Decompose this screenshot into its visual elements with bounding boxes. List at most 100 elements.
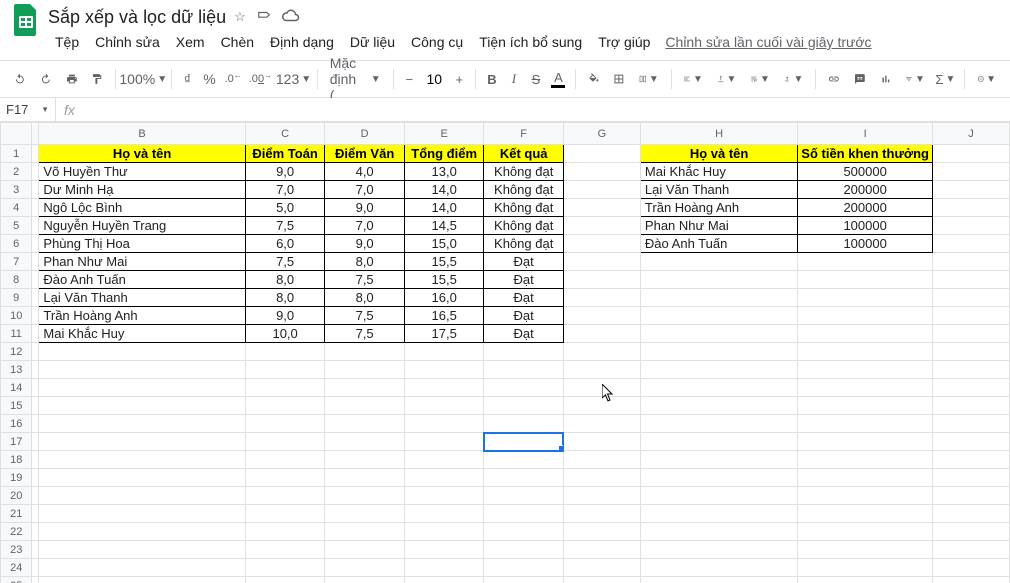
menu-view[interactable]: Xem bbox=[169, 30, 212, 54]
cell[interactable]: Lại Văn Thanh bbox=[640, 181, 797, 199]
font-size-increase[interactable]: + bbox=[449, 67, 469, 91]
row-header[interactable]: 3 bbox=[1, 181, 32, 199]
menu-format[interactable]: Định dạng bbox=[263, 30, 341, 54]
cell[interactable] bbox=[933, 433, 1010, 451]
cell[interactable] bbox=[484, 397, 563, 415]
row-header[interactable]: 12 bbox=[1, 343, 32, 361]
cell[interactable] bbox=[404, 469, 484, 487]
col-header[interactable]: H bbox=[640, 123, 797, 145]
cell[interactable] bbox=[32, 379, 39, 397]
cell[interactable] bbox=[563, 145, 640, 163]
borders-button[interactable] bbox=[607, 67, 631, 91]
cell[interactable]: 7,5 bbox=[325, 271, 404, 289]
cell[interactable] bbox=[404, 397, 484, 415]
cell[interactable]: Không đạt bbox=[484, 181, 563, 199]
cell[interactable] bbox=[404, 343, 484, 361]
remove-icon[interactable]: ▼ bbox=[971, 67, 1003, 91]
cell[interactable] bbox=[39, 451, 245, 469]
cell[interactable] bbox=[484, 433, 563, 451]
cell[interactable]: 16,0 bbox=[404, 289, 484, 307]
cell[interactable] bbox=[245, 559, 325, 577]
name-box[interactable]: F17▼ bbox=[0, 98, 56, 121]
cell[interactable] bbox=[32, 289, 39, 307]
cell[interactable] bbox=[563, 253, 640, 271]
cell[interactable] bbox=[404, 487, 484, 505]
cell[interactable]: 9,0 bbox=[325, 199, 404, 217]
cell[interactable] bbox=[484, 505, 563, 523]
cell[interactable] bbox=[640, 307, 797, 325]
cell[interactable] bbox=[563, 181, 640, 199]
cell[interactable] bbox=[933, 199, 1010, 217]
cell[interactable] bbox=[484, 379, 563, 397]
cell[interactable]: Đào Anh Tuấn bbox=[39, 271, 245, 289]
cell[interactable] bbox=[798, 397, 933, 415]
cell[interactable] bbox=[933, 541, 1010, 559]
cell[interactable] bbox=[640, 271, 797, 289]
cell[interactable] bbox=[933, 217, 1010, 235]
cell[interactable]: 7,5 bbox=[245, 217, 325, 235]
cell[interactable] bbox=[404, 541, 484, 559]
cell[interactable]: Võ Huyền Thư bbox=[39, 163, 245, 181]
cell[interactable] bbox=[484, 451, 563, 469]
col-header[interactable]: I bbox=[798, 123, 933, 145]
zoom-dropdown[interactable]: 100%▼ bbox=[122, 67, 165, 91]
cell[interactable] bbox=[404, 577, 484, 583]
cell[interactable]: Phùng Thị Hoa bbox=[39, 235, 245, 253]
cell[interactable] bbox=[798, 415, 933, 433]
cell[interactable] bbox=[563, 163, 640, 181]
cell[interactable]: 6,0 bbox=[245, 235, 325, 253]
cell[interactable] bbox=[640, 289, 797, 307]
cell[interactable] bbox=[245, 523, 325, 541]
cell[interactable] bbox=[325, 559, 404, 577]
link-button[interactable] bbox=[822, 67, 846, 91]
menu-insert[interactable]: Chèn bbox=[214, 30, 261, 54]
rotate-button[interactable]: ▼ bbox=[778, 67, 810, 91]
cell[interactable]: 15,5 bbox=[404, 253, 484, 271]
cell[interactable] bbox=[404, 523, 484, 541]
cell[interactable] bbox=[563, 577, 640, 583]
cell[interactable] bbox=[39, 469, 245, 487]
cell[interactable] bbox=[798, 325, 933, 343]
cell[interactable] bbox=[640, 487, 797, 505]
cell[interactable] bbox=[39, 523, 245, 541]
cell[interactable]: 200000 bbox=[798, 181, 933, 199]
cell[interactable] bbox=[32, 253, 39, 271]
cell[interactable] bbox=[484, 361, 563, 379]
cell[interactable]: 16,5 bbox=[404, 307, 484, 325]
cell[interactable]: Tổng điểm bbox=[404, 145, 484, 163]
cell[interactable] bbox=[798, 379, 933, 397]
row-header[interactable]: 23 bbox=[1, 541, 32, 559]
cell[interactable]: 100000 bbox=[798, 217, 933, 235]
cell[interactable] bbox=[640, 469, 797, 487]
cell[interactable]: Kết quả bbox=[484, 145, 563, 163]
cell[interactable]: 9,0 bbox=[245, 163, 325, 181]
formula-input[interactable] bbox=[83, 98, 1010, 121]
redo-button[interactable] bbox=[34, 67, 58, 91]
cell[interactable] bbox=[563, 523, 640, 541]
cell[interactable] bbox=[39, 379, 245, 397]
menu-edit[interactable]: Chỉnh sửa bbox=[88, 30, 167, 54]
cell[interactable] bbox=[640, 361, 797, 379]
cell[interactable] bbox=[563, 469, 640, 487]
cell[interactable] bbox=[640, 397, 797, 415]
cell[interactable] bbox=[798, 433, 933, 451]
cell[interactable]: Phan Như Mai bbox=[39, 253, 245, 271]
row-header[interactable]: 20 bbox=[1, 487, 32, 505]
cell[interactable] bbox=[325, 469, 404, 487]
row-header[interactable]: 19 bbox=[1, 469, 32, 487]
cell[interactable] bbox=[640, 343, 797, 361]
cell[interactable]: Đạt bbox=[484, 307, 563, 325]
cell[interactable] bbox=[563, 343, 640, 361]
row-header[interactable]: 7 bbox=[1, 253, 32, 271]
cell[interactable] bbox=[798, 469, 933, 487]
cell[interactable] bbox=[640, 541, 797, 559]
cell[interactable] bbox=[32, 325, 39, 343]
cell[interactable]: 9,0 bbox=[245, 307, 325, 325]
col-header[interactable]: B bbox=[39, 123, 245, 145]
row-header[interactable]: 1 bbox=[1, 145, 32, 163]
cell[interactable] bbox=[798, 451, 933, 469]
star-icon[interactable]: ☆ bbox=[234, 9, 246, 25]
cell[interactable] bbox=[32, 343, 39, 361]
cell[interactable]: Điểm Văn bbox=[325, 145, 404, 163]
row-header[interactable]: 14 bbox=[1, 379, 32, 397]
